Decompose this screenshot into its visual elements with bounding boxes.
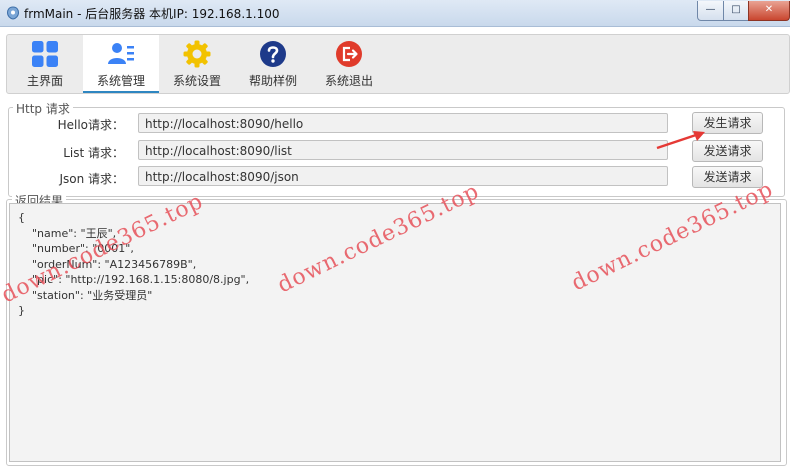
app-icon (6, 6, 20, 20)
tool-system-management[interactable]: 系统管理 (83, 35, 159, 93)
help-icon (260, 41, 286, 67)
title-bar: frmMain - 后台服务器 本机IP: 192.168.1.100 — □ … (0, 0, 790, 27)
user-list-icon (108, 43, 134, 64)
http-group-title: Http 请求 (13, 100, 73, 117)
list-url-field[interactable]: http://localhost:8090/list (138, 140, 668, 160)
tool-label: 主界面 (26, 74, 63, 88)
hello-url-field[interactable]: http://localhost:8090/hello (138, 113, 668, 133)
tool-label: 系统退出 (324, 74, 373, 88)
tool-help-samples[interactable]: 帮助样例 (235, 35, 311, 93)
tool-label: 系统设置 (172, 74, 221, 88)
tool-home[interactable]: 主界面 (7, 35, 83, 93)
hello-request-label: Hello请求： (57, 118, 124, 132)
json-url-field[interactable]: http://localhost:8090/json (138, 166, 668, 186)
tool-system-settings[interactable]: 系统设置 (159, 35, 235, 93)
close-button[interactable]: ✕ (748, 1, 790, 21)
tool-label: 系统管理 (96, 74, 145, 88)
json-request-label: Json 请求： (59, 172, 124, 186)
list-request-label: List 请求： (63, 146, 124, 160)
tool-label: 帮助样例 (248, 74, 297, 88)
gear-icon (183, 40, 211, 68)
minimize-button[interactable]: — (697, 1, 724, 21)
grid-icon (32, 41, 58, 67)
exit-icon (336, 41, 362, 67)
tool-system-exit[interactable]: 系统退出 (311, 35, 387, 93)
maximize-button[interactable]: □ (723, 1, 749, 21)
main-toolbar: 主界面 系统管理 系统设置 帮助样例 系统退出 (6, 34, 790, 94)
annotation-arrow-icon (656, 131, 705, 150)
window-title: frmMain - 后台服务器 本机IP: 192.168.1.100 (24, 7, 280, 21)
